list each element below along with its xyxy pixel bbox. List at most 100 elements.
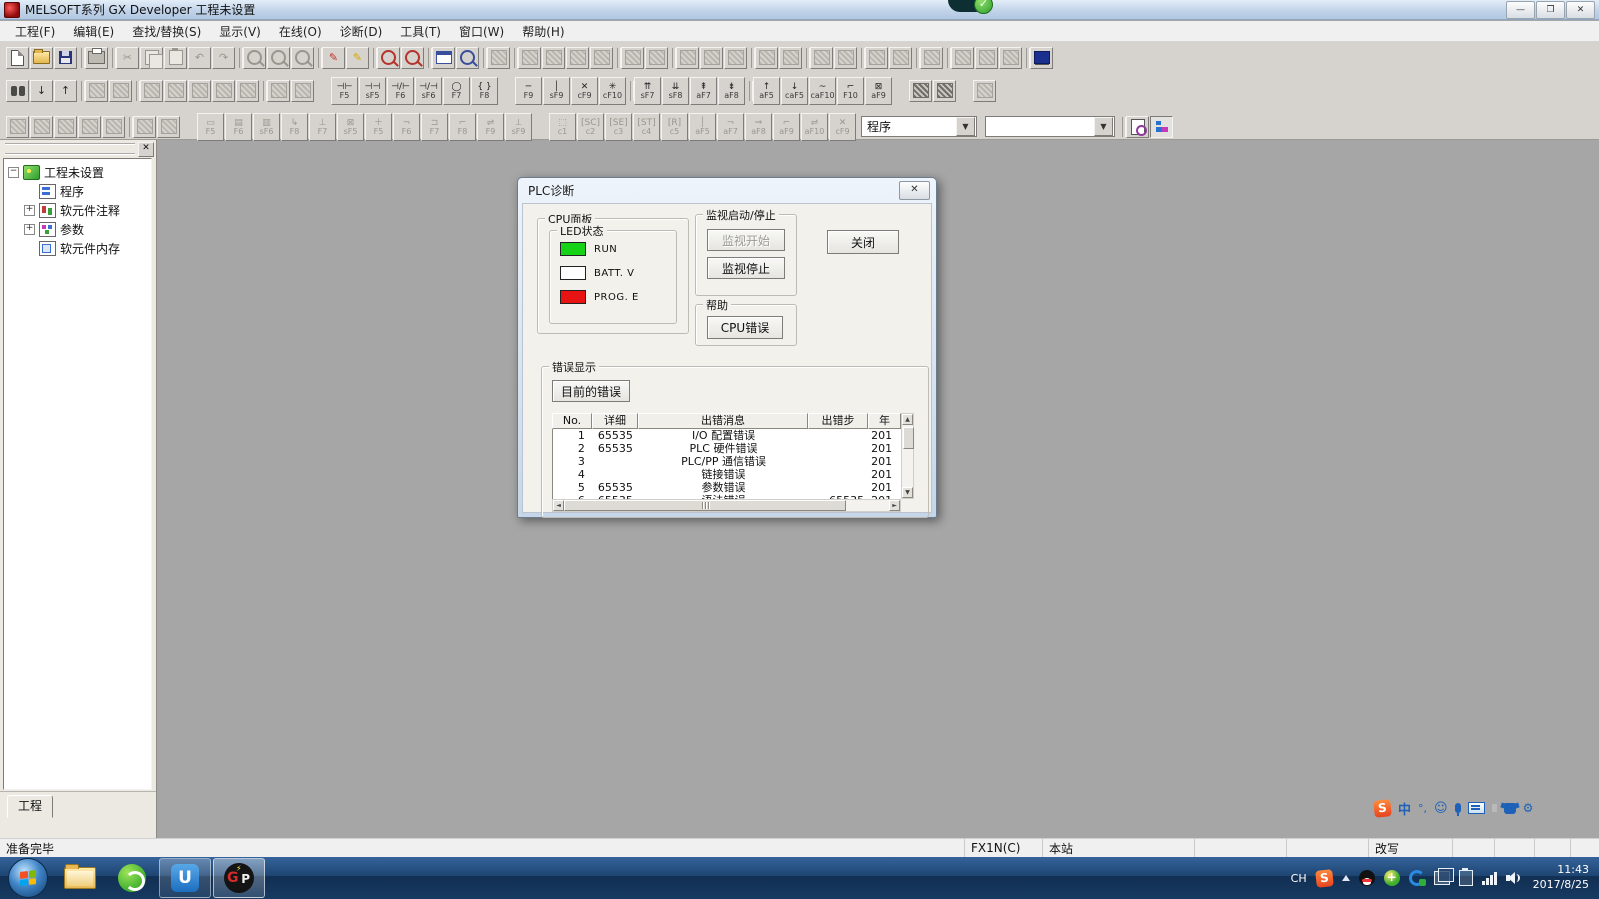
menu-find-replace[interactable]: 查找/替换(S) — [123, 21, 210, 42]
toolbar-sfc-se[interactable]: [SE]c3 — [605, 113, 632, 141]
minimize-button[interactable]: — — [1506, 1, 1535, 19]
emoji-icon[interactable]: ☺ — [1434, 801, 1448, 816]
dialog-close-icon[interactable]: ✕ — [899, 181, 930, 200]
toolbar-layer-copy[interactable] — [164, 80, 187, 102]
network-signal-icon[interactable] — [1482, 871, 1497, 885]
collapse-icon[interactable]: − — [8, 167, 19, 178]
toolbar-note-edit[interactable] — [566, 47, 589, 69]
toolbar-block-up-edit[interactable] — [212, 80, 235, 102]
toolbar-new-project[interactable] — [6, 47, 29, 69]
toolbar-block-delete[interactable] — [236, 80, 259, 102]
tree-item-parameter[interactable]: + 参数 — [4, 220, 151, 239]
toolbar-contact-open[interactable]: ⊣⊢F5 — [331, 77, 358, 105]
toolbar-statement-edit[interactable] — [542, 47, 565, 69]
chevron-down-icon[interactable]: ▼ — [956, 117, 975, 136]
menu-edit[interactable]: 编辑(E) — [64, 21, 123, 42]
taskbar-uc[interactable]: U — [159, 858, 211, 898]
lang-indicator[interactable]: CH — [1291, 872, 1307, 885]
table-row[interactable]: 3PLC/PP 通信错误201 — [553, 455, 901, 468]
toolbar-doc-find[interactable] — [1126, 116, 1149, 138]
toolbar-contact-close[interactable]: ⊣/⊢F6 — [387, 77, 414, 105]
toolbar-convert-dots[interactable] — [724, 47, 747, 69]
toolbar-doc-edit-tool[interactable] — [973, 80, 996, 102]
toolbar-block-zoom[interactable] — [779, 47, 802, 69]
toolbar-search-up[interactable]: ↑ — [54, 80, 77, 102]
toolbar-partial-copy[interactable] — [30, 116, 53, 138]
toolbar-flag-x[interactable] — [645, 47, 668, 69]
column-header[interactable]: 出错步 — [808, 413, 868, 429]
scroll-right-icon[interactable]: ► — [889, 500, 900, 511]
toolbar-pulse-up-parallel[interactable]: ⇞aF7 — [690, 77, 717, 105]
toolbar-invert-result[interactable]: ~caF10 — [809, 77, 836, 105]
toolbar-sfc-line3[interactable]: ⌐aF9 — [773, 113, 800, 141]
menu-online[interactable]: 在线(O) — [270, 21, 331, 42]
tree-item-device-comment[interactable]: + 软元件注释 — [4, 201, 151, 220]
toolbar-sfc-corner3[interactable]: ⌐F8 — [449, 113, 476, 141]
toolbar-find-replace[interactable] — [291, 47, 314, 69]
toolbar-ladder-write-mode[interactable]: ✎ — [322, 47, 345, 69]
toolbar-sort-asc-2[interactable] — [975, 47, 998, 69]
column-header[interactable]: 出错消息 — [638, 413, 808, 429]
toolbar-select-area[interactable] — [140, 80, 163, 102]
toolbar-monitor-window[interactable] — [1030, 47, 1053, 69]
toolbar-find-binoculars[interactable] — [6, 80, 29, 102]
toolbar-pulse-up-contact[interactable]: ⇈sF7 — [634, 77, 661, 105]
toolbar-sfc-line1[interactable]: ¬aF7 — [717, 113, 744, 141]
panel-drag-handle[interactable] — [5, 143, 135, 155]
toolbar-sfc-block[interactable]: ▤F6 — [225, 113, 252, 141]
toolbar-move-down[interactable] — [834, 47, 857, 69]
toolbar-device-find[interactable] — [590, 47, 613, 69]
toolbar-sfc-sel-branch[interactable]: ⇌F9 — [477, 113, 504, 141]
toolbar-sfc-line2[interactable]: ⇒aF8 — [745, 113, 772, 141]
toolbar-application-instruction[interactable]: { }F8 — [471, 77, 498, 105]
toolbar-branch-tool-2[interactable] — [933, 80, 956, 102]
toolbar-sfc-line4[interactable]: ⇌aF10 — [801, 113, 828, 141]
toolbar-window-view[interactable] — [432, 47, 455, 69]
column-header[interactable]: 详细 — [592, 413, 638, 429]
toolbar-convert-k[interactable] — [700, 47, 723, 69]
keyboard-icon[interactable] — [1468, 802, 1485, 814]
toolbar-flag-t[interactable] — [621, 47, 644, 69]
menu-tools[interactable]: 工具(T) — [391, 21, 450, 42]
lang-chinese-icon[interactable]: 中 — [1398, 799, 1411, 818]
expand-icon[interactable]: + — [24, 205, 35, 216]
tree-root-project[interactable]: − 工程未设置 — [4, 163, 151, 182]
toolbar-sort-asc-1[interactable] — [951, 47, 974, 69]
toolbar-sfc-st[interactable]: [ST]c4 — [633, 113, 660, 141]
toolbox-icon[interactable]: ⚙ — [1523, 801, 1534, 815]
tree-item-device-memory[interactable]: 软元件内存 — [4, 239, 151, 258]
toolbar-branch-tool-1[interactable] — [909, 80, 932, 102]
cpu-error-button[interactable]: CPU错误 — [707, 316, 783, 339]
toolbar-sfc-corner2[interactable]: ⊐F7 — [421, 113, 448, 141]
taskbar-clock[interactable]: 11:43 2017/8/25 — [1533, 863, 1589, 893]
toolbar-hand-drag[interactable] — [291, 80, 314, 102]
toolbar-copy[interactable] — [140, 47, 163, 69]
toolbar-sfc-r[interactable]: [R]c5 — [661, 113, 688, 141]
skin-icon[interactable] — [1504, 803, 1516, 814]
toolbar-monitor-zoom-1[interactable] — [377, 47, 400, 69]
menu-help[interactable]: 帮助(H) — [513, 21, 573, 42]
toolbar-horizontal-line[interactable]: ─F9 — [515, 77, 542, 105]
toolbar-edge-up[interactable]: ↑aF5 — [753, 77, 780, 105]
table-row[interactable]: 165535I/O 配置错误201 — [553, 429, 901, 442]
menu-window[interactable]: 窗口(W) — [450, 21, 513, 42]
toolbar-redo[interactable]: ↷ — [212, 47, 235, 69]
toolbar-transfer-setup[interactable] — [487, 47, 510, 69]
taskbar-browser[interactable] — [107, 859, 157, 897]
panel-close-button[interactable]: ✕ — [138, 142, 154, 157]
toolbar-block-grid[interactable] — [755, 47, 778, 69]
menu-project[interactable]: 工程(F) — [6, 21, 64, 42]
dialog-title-bar[interactable]: PLC诊断 ✕ — [518, 178, 936, 203]
toolbar-jump[interactable] — [85, 80, 108, 102]
toolbar-ladder-insert-mode[interactable]: ✎ — [346, 47, 369, 69]
column-header[interactable]: 年 — [868, 413, 901, 429]
toolbar-paste[interactable] — [164, 47, 187, 69]
chevron-down-icon[interactable]: ▼ — [1094, 117, 1113, 136]
scroll-left-icon[interactable]: ◄ — [553, 500, 564, 511]
vertical-scroll-thumb[interactable] — [903, 427, 914, 449]
toolbar-vertical-line[interactable]: │sF9 — [543, 77, 570, 105]
toolbar-find-device[interactable] — [267, 47, 290, 69]
taskbar-gx-developer[interactable]: ⚡GP — [213, 858, 265, 898]
horizontal-scroll-thumb[interactable] — [564, 500, 846, 511]
toolbar-device-call[interactable] — [109, 80, 132, 102]
